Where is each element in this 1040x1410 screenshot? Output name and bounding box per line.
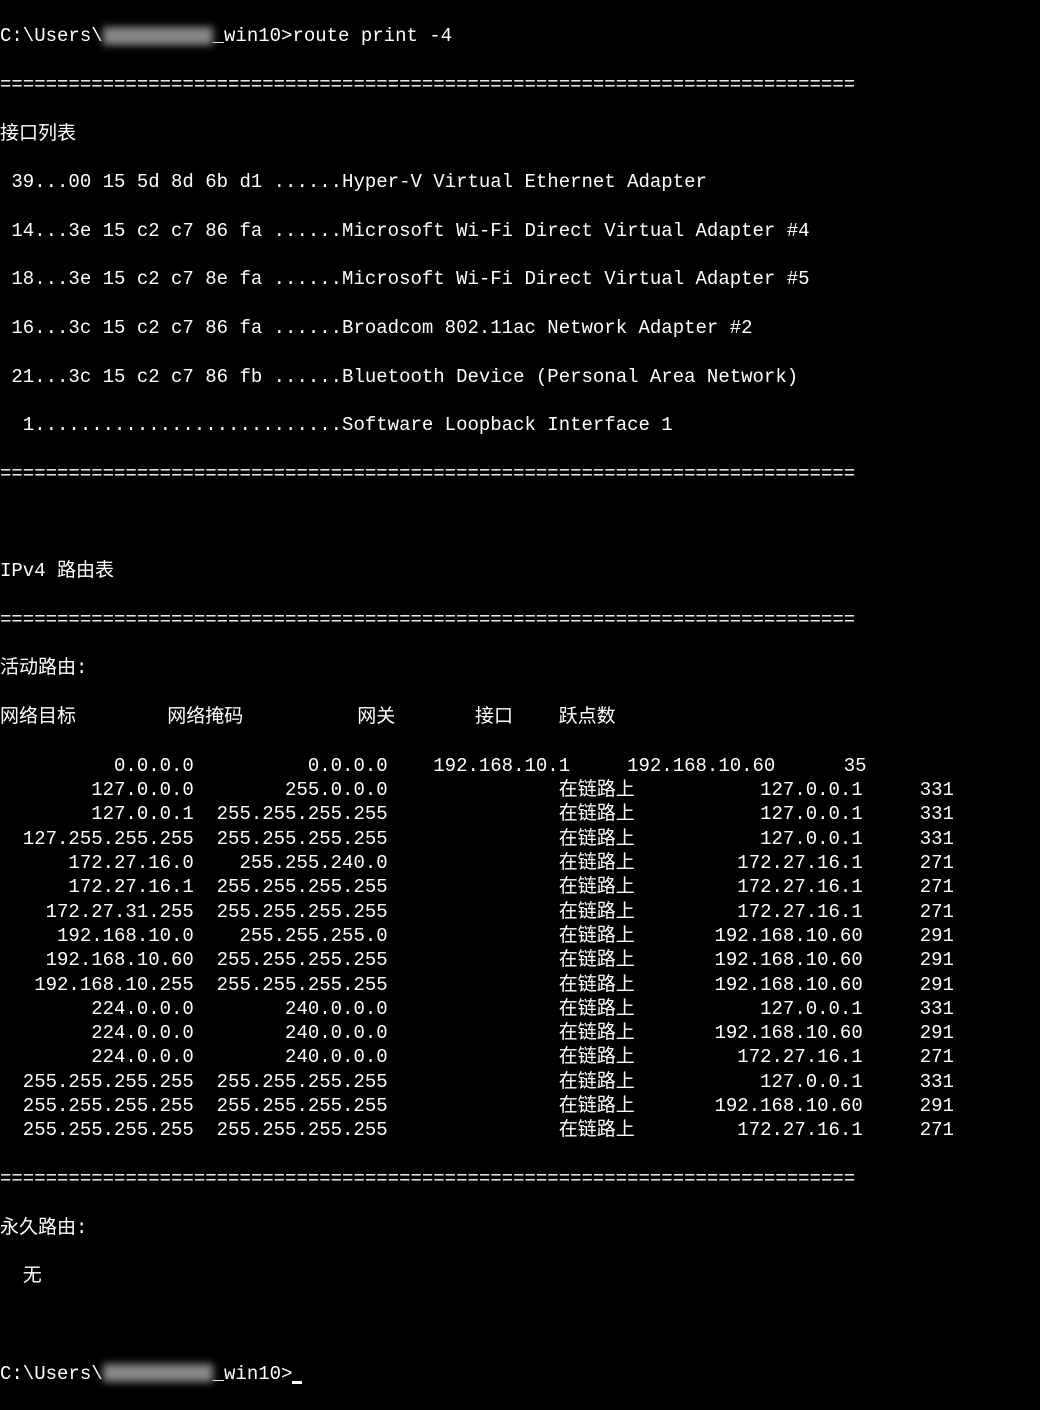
route-row: 0.0.0.0 0.0.0.0 192.168.10.1 192.168.10.…	[0, 754, 1040, 778]
route-row: 127.255.255.255 255.255.255.255 在链路上 127…	[0, 827, 1040, 851]
route-row: 192.168.10.255 255.255.255.255 在链路上 192.…	[0, 973, 1040, 997]
divider: ========================================…	[0, 73, 1040, 97]
prompt-line: C:\Users\ _win10>route print -4	[0, 24, 1040, 48]
terminal-output[interactable]: C:\Users\_win10>route print -4 =========…	[0, 0, 1040, 1410]
prompt-suffix: _win10>	[213, 1363, 293, 1385]
interface-row: 39...00 15 5d 8d 6b d1 ......Hyper-V Vir…	[0, 170, 1040, 194]
persistent-routes-header: 永久路由:	[0, 1216, 1040, 1240]
divider: ========================================…	[0, 462, 1040, 486]
blank-line	[0, 1313, 1040, 1337]
prompt-prefix: C:\Users\	[0, 25, 103, 47]
prompt-line[interactable]: C:\Users\ _win10>	[0, 1362, 1040, 1386]
prompt-suffix: _win10>	[213, 25, 293, 47]
route-columns-header: 网络目标 网络掩码 网关 接口 跃点数	[0, 705, 1040, 729]
interface-row: 14...3e 15 c2 c7 86 fa ......Microsoft W…	[0, 219, 1040, 243]
route-row: 255.255.255.255 255.255.255.255 在链路上 192…	[0, 1094, 1040, 1118]
route-row: 192.168.10.0 255.255.255.0 在链路上 192.168.…	[0, 924, 1040, 948]
blank-line	[0, 511, 1040, 535]
cursor-icon	[292, 1381, 302, 1384]
prompt-prefix: C:\Users\	[0, 1363, 103, 1385]
route-row: 224.0.0.0 240.0.0.0 在链路上 192.168.10.60 2…	[0, 1021, 1040, 1045]
interface-row: 16...3c 15 c2 c7 86 fa ......Broadcom 80…	[0, 316, 1040, 340]
route-row: 172.27.16.0 255.255.240.0 在链路上 172.27.16…	[0, 851, 1040, 875]
interface-row: 1...........................Software Loo…	[0, 413, 1040, 437]
divider: ========================================…	[0, 608, 1040, 632]
route-row: 172.27.16.1 255.255.255.255 在链路上 172.27.…	[0, 875, 1040, 899]
route-row: 192.168.10.60 255.255.255.255 在链路上 192.1…	[0, 948, 1040, 972]
command-text: route print -4	[292, 25, 452, 47]
persistent-routes-none: 无	[0, 1264, 1040, 1288]
route-row: 127.0.0.1 255.255.255.255 在链路上 127.0.0.1…	[0, 802, 1040, 826]
route-row: 255.255.255.255 255.255.255.255 在链路上 172…	[0, 1118, 1040, 1142]
route-row: 224.0.0.0 240.0.0.0 在链路上 127.0.0.1 331	[0, 997, 1040, 1021]
obscured-user	[103, 27, 213, 45]
interface-row: 18...3e 15 c2 c7 8e fa ......Microsoft W…	[0, 267, 1040, 291]
obscured-user	[103, 1364, 213, 1382]
route-row: 224.0.0.0 240.0.0.0 在链路上 172.27.16.1 271	[0, 1045, 1040, 1069]
route-row: 255.255.255.255 255.255.255.255 在链路上 127…	[0, 1070, 1040, 1094]
ipv4-route-table-header: IPv4 路由表	[0, 559, 1040, 583]
route-row: 127.0.0.0 255.0.0.0 在链路上 127.0.0.1 331	[0, 778, 1040, 802]
interface-row: 21...3c 15 c2 c7 86 fb ......Bluetooth D…	[0, 365, 1040, 389]
interface-list-header: 接口列表	[0, 122, 1040, 146]
route-row: 172.27.31.255 255.255.255.255 在链路上 172.2…	[0, 900, 1040, 924]
active-routes-header: 活动路由:	[0, 656, 1040, 680]
divider: ========================================…	[0, 1167, 1040, 1191]
